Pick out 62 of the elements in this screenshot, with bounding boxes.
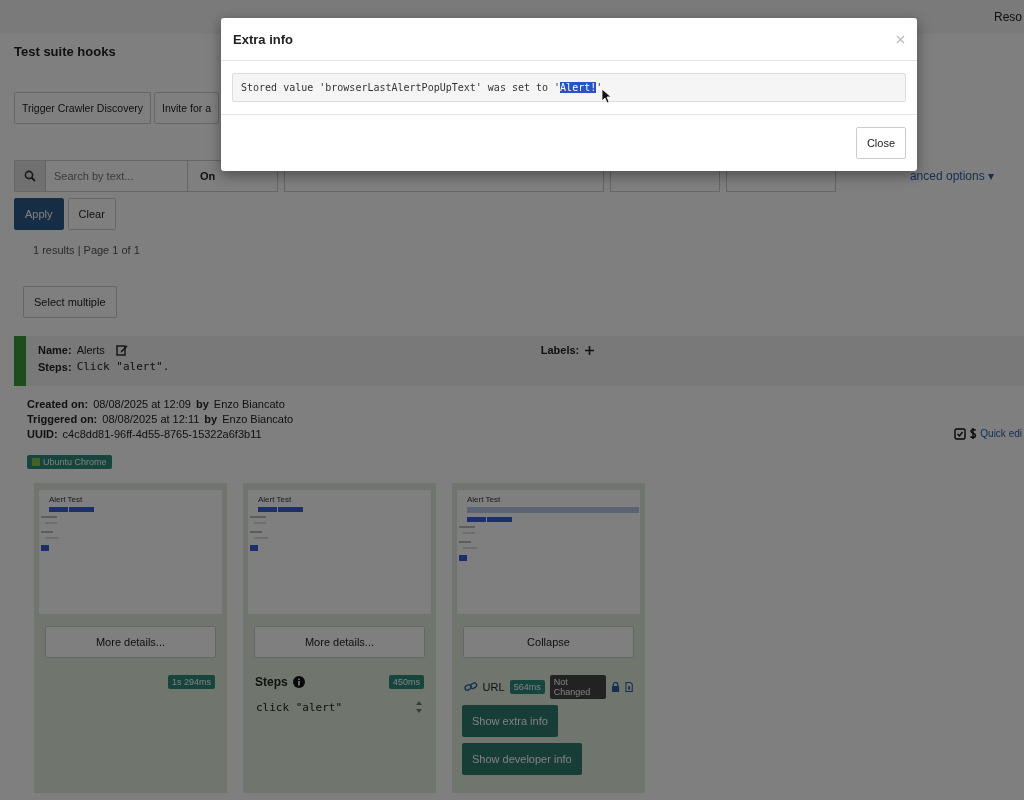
checkbox-icon[interactable] (954, 427, 967, 440)
meta-value: 08/08/2025 at 12:11 (102, 413, 200, 425)
more-details-button[interactable]: More details... (45, 626, 216, 658)
meta-value: 08/08/2025 at 12:09 (93, 398, 191, 410)
meta-value: Enzo Biancato (213, 398, 285, 410)
info-icon[interactable] (292, 676, 305, 688)
meta-label: Triggered on: (27, 413, 98, 425)
more-details-button[interactable]: More details... (254, 626, 425, 658)
meta-label: by (196, 398, 209, 410)
show-extra-info-button[interactable]: Show extra info (462, 705, 558, 737)
action-button[interactable]: Trigger Crawler Discovery (14, 92, 151, 124)
lock-icon[interactable] (610, 681, 620, 693)
steps-text: Click "alert". (76, 360, 170, 373)
dollar-icon[interactable] (969, 427, 978, 440)
file-icon[interactable] (624, 681, 633, 693)
search-icon (24, 170, 36, 182)
extra-info-message: Stored value 'browserLastAlertPopUpText' was set to 'Alert!' (232, 73, 906, 102)
meta-value: Enzo Biancato (222, 413, 294, 425)
collapse-button[interactable]: Collapse (463, 626, 634, 658)
edit-icon[interactable] (115, 344, 128, 356)
search-field[interactable]: Search by text... (46, 160, 188, 192)
steps-label: Steps: (38, 360, 72, 373)
screenshot-thumbnail[interactable]: Alert Test (247, 489, 432, 615)
meta-label: UUID: (27, 428, 58, 440)
url-label: URL (482, 681, 505, 693)
status-badge: Not Changed (549, 675, 606, 699)
cursor-icon (601, 88, 611, 104)
steps-title: Steps (255, 675, 288, 689)
labels-label: Labels: (540, 344, 580, 356)
thumbnail-title: Alert Test (258, 495, 292, 504)
test-name: Alerts (76, 344, 105, 356)
add-icon[interactable] (584, 344, 596, 356)
meta-label: Created on: (27, 398, 89, 410)
resources-link[interactable]: Reso (994, 10, 1022, 24)
page-preview-drawing (248, 507, 303, 551)
duration-badge: 1s 294ms (167, 675, 215, 689)
search-button[interactable] (14, 160, 46, 192)
close-button[interactable]: Close (855, 127, 906, 159)
step-code: click "alert" (256, 700, 343, 714)
screenshot-thumbnail[interactable]: Alert Test (456, 489, 641, 615)
apply-button[interactable]: Apply (14, 198, 64, 230)
results-count: 1 results | Page 1 of 1 (33, 244, 141, 256)
link-icon[interactable] (464, 681, 478, 693)
meta-label: by (204, 413, 218, 425)
duration-badge: 450ms (389, 675, 424, 689)
thumbnail-title: Alert Test (49, 495, 83, 504)
page-title: Test suite hooks (14, 44, 117, 59)
advanced-options-link[interactable]: anced options ▾ (909, 169, 1010, 183)
screenshot-thumbnail[interactable]: Alert Test (38, 489, 223, 615)
thumbnail-title: Alert Test (467, 495, 501, 504)
dialog-title: Extra info (233, 31, 293, 47)
name-label: Name: (38, 344, 72, 356)
meta-value: c4c8dd81-96ff-4d55-8765-15322a6f3b11 (62, 428, 262, 440)
clear-button[interactable]: Clear (67, 198, 116, 230)
action-button[interactable]: Invite for a (153, 92, 219, 124)
scroll-arrows-icon[interactable] (415, 699, 423, 715)
duration-badge: 564ms (509, 680, 545, 694)
page-preview-drawing (39, 507, 94, 551)
show-developer-info-button[interactable]: Show developer info (462, 743, 582, 775)
select-multiple-button[interactable]: Select multiple (23, 286, 117, 318)
quick-edit-link[interactable]: Quick edi (980, 428, 1022, 439)
browser-tag: Ubuntu Chrome (27, 455, 112, 469)
